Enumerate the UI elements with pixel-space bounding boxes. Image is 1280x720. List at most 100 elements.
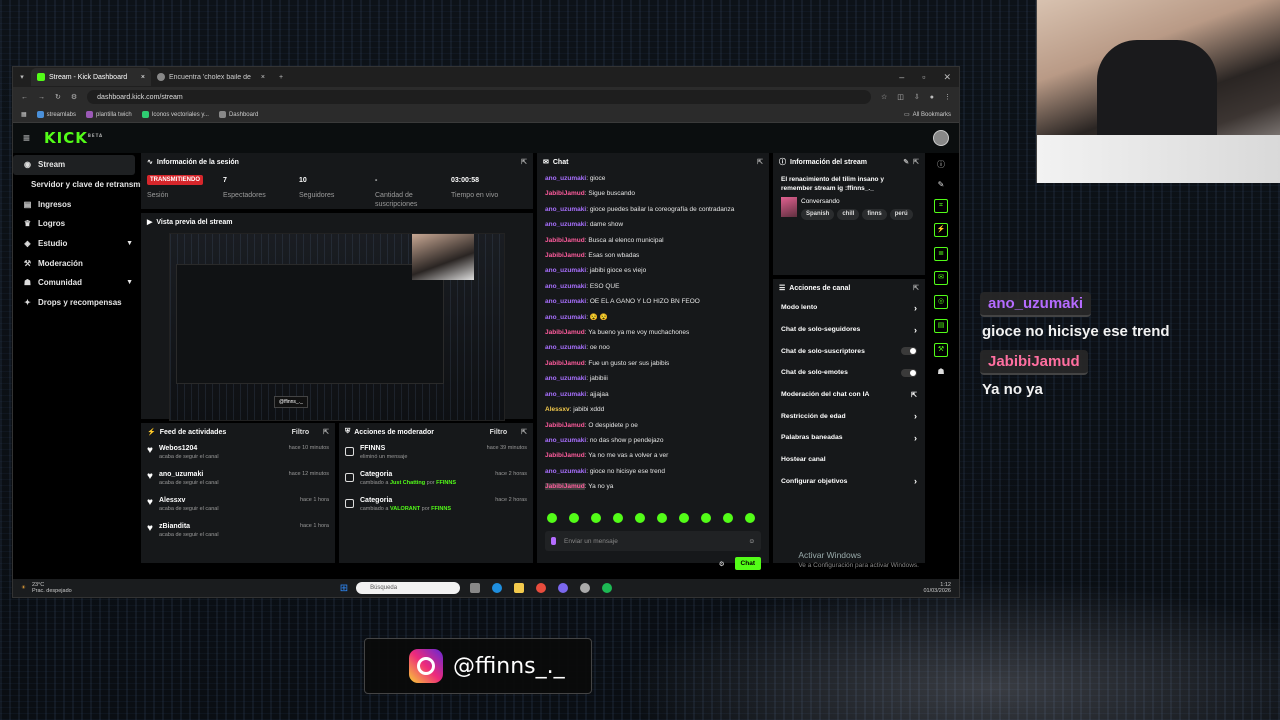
settings-icon[interactable]: ⚙ bbox=[719, 560, 725, 568]
maximize-icon[interactable]: ▫ bbox=[922, 72, 925, 83]
chat-username[interactable]: JabibiJamud bbox=[545, 252, 585, 259]
chat-username[interactable]: JabibiJamud bbox=[545, 360, 585, 367]
chrome-icon[interactable] bbox=[536, 583, 547, 593]
chat-username[interactable]: ano_uzumaki bbox=[545, 267, 586, 274]
popout-icon[interactable]: ⇱ bbox=[913, 158, 919, 166]
apps-icon[interactable]: ▦ bbox=[21, 111, 27, 118]
action-age-restriction[interactable]: Restricción de edad › bbox=[773, 405, 925, 427]
chat-username[interactable]: ano_uzumaki bbox=[545, 283, 586, 290]
bookmark-item[interactable]: Iconos vectoriales y... bbox=[141, 111, 209, 118]
task-view-icon[interactable] bbox=[470, 583, 481, 593]
spotify-icon[interactable] bbox=[602, 583, 613, 593]
profile-icon[interactable]: ● bbox=[930, 94, 934, 101]
menu-icon[interactable]: ⋮ bbox=[944, 93, 951, 101]
people-icon[interactable]: ☗ bbox=[937, 367, 944, 376]
popout-icon[interactable]: ⇱ bbox=[521, 428, 527, 436]
popout-icon[interactable]: ⇱ bbox=[323, 428, 329, 436]
popout-icon[interactable]: ⇱ bbox=[521, 158, 527, 166]
subs-only-toggle[interactable] bbox=[901, 347, 917, 356]
feed-user[interactable]: Webos1204 bbox=[159, 445, 283, 452]
info-icon[interactable]: ⓘ bbox=[937, 159, 945, 170]
tab-menu-icon[interactable]: ▾ bbox=[13, 73, 31, 81]
emotes-only-toggle[interactable] bbox=[901, 368, 917, 377]
action-host-channel[interactable]: Hostear canal bbox=[773, 449, 925, 471]
emote-icon[interactable] bbox=[591, 513, 601, 523]
reload-icon[interactable]: ↻ bbox=[55, 93, 61, 101]
forward-icon[interactable]: → bbox=[38, 94, 45, 101]
bookmark-item[interactable]: streamlabs bbox=[36, 111, 76, 118]
sidebar-item-server-key[interactable]: Servidor y clave de retransmisión bbox=[13, 175, 141, 195]
action-ai-moderation[interactable]: Moderación del chat con IA ⇱ bbox=[773, 384, 925, 406]
sidebar-item-drops[interactable]: ✦ Drops y recompensas bbox=[13, 293, 141, 313]
popout-icon[interactable]: ⇱ bbox=[913, 284, 919, 292]
popout-icon[interactable]: ⇱ bbox=[757, 158, 763, 166]
url-input[interactable]: dashboard.kick.com/stream bbox=[87, 90, 871, 104]
chat-username[interactable]: JabibiJamud bbox=[545, 329, 585, 336]
feed-user[interactable]: zBiandita bbox=[159, 523, 294, 530]
emote-icon[interactable] bbox=[613, 513, 623, 523]
bolt-icon[interactable]: ⚡ bbox=[934, 223, 948, 237]
stream-preview[interactable]: @ffinns_._ bbox=[169, 233, 505, 421]
chat-username[interactable]: JabibiJamud bbox=[545, 422, 585, 429]
emote-icon[interactable] bbox=[635, 513, 645, 523]
edit-icon[interactable]: ✎ bbox=[938, 180, 945, 189]
emote-icon[interactable] bbox=[679, 513, 689, 523]
chat-username[interactable]: ano_uzumaki bbox=[545, 221, 586, 228]
extensions-icon[interactable]: ◫ bbox=[897, 93, 904, 101]
obs-icon[interactable] bbox=[580, 583, 591, 593]
kick-logo[interactable]: KICKBETA bbox=[44, 129, 103, 147]
filter-button[interactable]: Filtro bbox=[292, 429, 310, 436]
sidebar-item-studio[interactable]: ◈ Estudio ▼ bbox=[13, 234, 141, 254]
stream-category[interactable]: Conversando bbox=[801, 197, 913, 206]
send-chat-button[interactable]: Chat bbox=[734, 557, 761, 570]
file-explorer-icon[interactable] bbox=[514, 583, 525, 593]
layout-icon[interactable]: ▤ bbox=[934, 319, 948, 333]
hamburger-menu-icon[interactable]: ≡ bbox=[23, 131, 30, 145]
emote-icon[interactable] bbox=[547, 513, 557, 523]
action-emotes-only[interactable]: Chat de solo-emotes bbox=[773, 362, 925, 384]
emote-icon[interactable] bbox=[723, 513, 733, 523]
sidebar-item-income[interactable]: ▤ Ingresos bbox=[13, 194, 141, 214]
chat-username[interactable]: ano_uzumaki bbox=[545, 391, 586, 398]
downloads-icon[interactable]: ⇩ bbox=[914, 93, 920, 101]
chat-username[interactable]: JabibiJamud bbox=[545, 237, 585, 244]
emote-icon[interactable] bbox=[657, 513, 667, 523]
chat-username[interactable]: JabibiJamud bbox=[545, 190, 585, 197]
chat-username[interactable]: JabibiJamud bbox=[545, 452, 585, 459]
chat-username[interactable]: ano_uzumaki bbox=[545, 344, 586, 351]
bookmark-item[interactable]: plantilla twich bbox=[86, 111, 132, 118]
sidebar-item-community[interactable]: ☗ Comunidad ▼ bbox=[13, 273, 141, 293]
chat-username[interactable]: ano_uzumaki bbox=[545, 437, 586, 444]
chat-messages[interactable]: ano_uzumaki: gioce JabibiJamud: Sigue bus… bbox=[537, 171, 769, 507]
chat-icon[interactable]: ✉ bbox=[934, 271, 948, 285]
tab-kick-dashboard[interactable]: Stream - Kick Dashboard × bbox=[31, 68, 151, 86]
bookmark-item[interactable]: Dashboard bbox=[218, 111, 258, 118]
chat-username[interactable]: JabibiJamud bbox=[545, 483, 585, 491]
chat-username[interactable]: ano_uzumaki bbox=[545, 468, 586, 475]
list-icon[interactable]: ≣ bbox=[934, 247, 948, 261]
sidebar-item-achievements[interactable]: ♛ Logros bbox=[13, 214, 141, 234]
close-window-icon[interactable]: ✕ bbox=[943, 72, 951, 83]
action-banned-words[interactable]: Palabras baneadas › bbox=[773, 427, 925, 449]
action-followers-only[interactable]: Chat de solo-seguidores › bbox=[773, 319, 925, 341]
chat-username[interactable]: ano_uzumaki bbox=[545, 175, 586, 182]
close-icon[interactable]: × bbox=[141, 74, 145, 81]
action-subs-only[interactable]: Chat de solo-suscriptores bbox=[773, 340, 925, 362]
clip-icon[interactable]: ⌗ bbox=[934, 199, 948, 213]
feed-user[interactable]: ano_uzumaki bbox=[159, 471, 283, 478]
chat-username[interactable]: ano_uzumaki bbox=[545, 314, 586, 321]
star-icon[interactable]: ☆ bbox=[881, 93, 887, 101]
tab-search[interactable]: Encuentra 'cholex baile de cont... × bbox=[151, 68, 271, 86]
chat-username[interactable]: ano_uzumaki bbox=[545, 375, 586, 382]
sidebar-item-stream[interactable]: ◉ Stream bbox=[13, 155, 135, 175]
action-goals[interactable]: Configurar objetivos › bbox=[773, 471, 925, 493]
filter-button[interactable]: Filtro bbox=[490, 429, 508, 436]
discord-icon[interactable] bbox=[558, 583, 569, 593]
avatar[interactable] bbox=[933, 130, 949, 146]
wrench-icon[interactable]: ⚒ bbox=[934, 343, 948, 357]
all-bookmarks[interactable]: ▭ All Bookmarks bbox=[904, 111, 951, 119]
taskbar-clock[interactable]: 1:12 01/03/2026 bbox=[923, 582, 951, 594]
chat-username[interactable]: ano_uzumaki bbox=[545, 206, 586, 213]
emoji-icon[interactable]: ☺ bbox=[748, 538, 755, 545]
emote-icon[interactable] bbox=[745, 513, 755, 523]
